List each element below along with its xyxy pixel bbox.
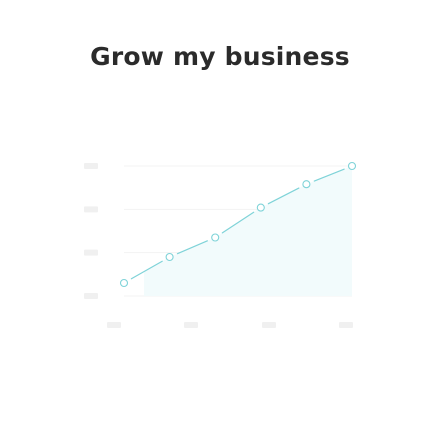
- x-tick-placeholder: [339, 322, 353, 328]
- data-point: [119, 278, 129, 288]
- x-tick-placeholder: [184, 322, 198, 328]
- chart-area: [144, 166, 352, 296]
- y-axis-placeholders: [84, 163, 98, 299]
- y-tick-placeholder: [84, 293, 98, 299]
- y-tick-placeholder: [84, 206, 98, 213]
- data-point: [211, 233, 220, 242]
- x-tick-placeholder: [107, 322, 121, 328]
- data-point: [347, 161, 357, 171]
- data-point: [302, 180, 311, 189]
- growth-chart: [84, 161, 357, 328]
- data-point: [165, 252, 174, 262]
- y-tick-placeholder: [84, 249, 98, 256]
- data-point: [256, 203, 265, 212]
- y-tick-placeholder: [84, 163, 98, 169]
- x-axis-placeholders: [107, 322, 353, 328]
- x-tick-placeholder: [262, 322, 276, 328]
